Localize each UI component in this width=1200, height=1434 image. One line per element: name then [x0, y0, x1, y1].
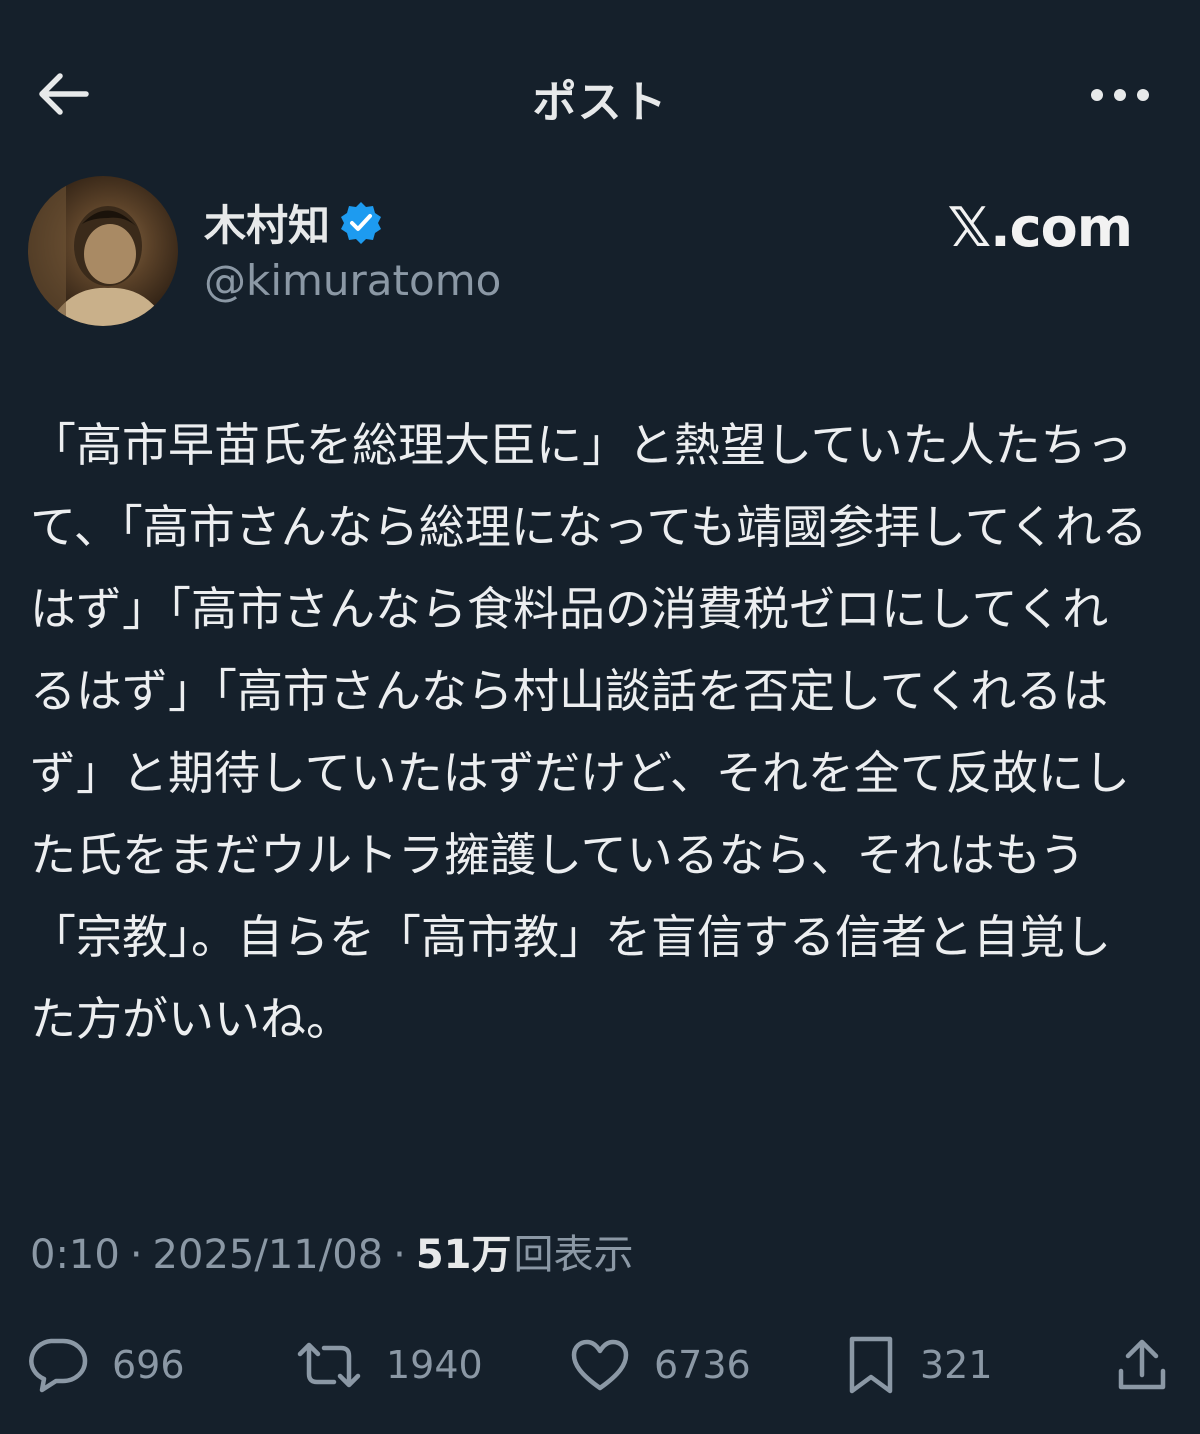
views-count: 51万 [415, 1232, 512, 1278]
post-meta: 0:10 · 2025/11/08 · 51万 回表示 [30, 1222, 633, 1280]
reply-button[interactable]: 696 [26, 1330, 185, 1400]
post-date[interactable]: 2025/11/08 [153, 1232, 384, 1278]
bookmark-count: 321 [920, 1343, 993, 1387]
verified-badge-icon[interactable] [338, 200, 384, 246]
share-icon [1116, 1337, 1168, 1393]
repost-count: 1940 [386, 1343, 483, 1387]
xcom-watermark: 𝕏.com [947, 196, 1133, 259]
page-title: ポスト [532, 77, 668, 128]
bookmark-button[interactable]: 321 [846, 1330, 993, 1400]
like-button[interactable]: 6736 [570, 1330, 751, 1400]
author-name-row: 木村知 [204, 192, 384, 253]
more-button[interactable] [1080, 60, 1160, 130]
share-button[interactable] [1116, 1330, 1168, 1400]
action-bar: 696 1940 6736 321 [26, 1330, 1176, 1400]
avatar[interactable] [28, 176, 178, 326]
bookmark-icon [846, 1335, 896, 1395]
meta-separator: · [129, 1232, 143, 1278]
more-horizontal-icon [1090, 88, 1150, 102]
reply-icon [26, 1336, 88, 1394]
top-bar: ポスト [0, 40, 1200, 150]
post-text: 「高市早苗氏を総理大臣に」と熱望していた人たちって、「高市さんなら総理になっても… [30, 418, 1148, 1046]
author-name[interactable]: 木村知 [204, 192, 330, 253]
heart-icon [570, 1338, 630, 1392]
repost-button[interactable]: 1940 [296, 1330, 483, 1400]
views-label: 回表示 [513, 1232, 634, 1278]
like-count: 6736 [654, 1343, 751, 1387]
repost-icon [296, 1340, 362, 1390]
meta-separator: · [393, 1232, 406, 1278]
post-time[interactable]: 0:10 [30, 1232, 120, 1278]
reply-count: 696 [112, 1343, 185, 1387]
author-handle[interactable]: @kimuratomo [204, 256, 501, 305]
